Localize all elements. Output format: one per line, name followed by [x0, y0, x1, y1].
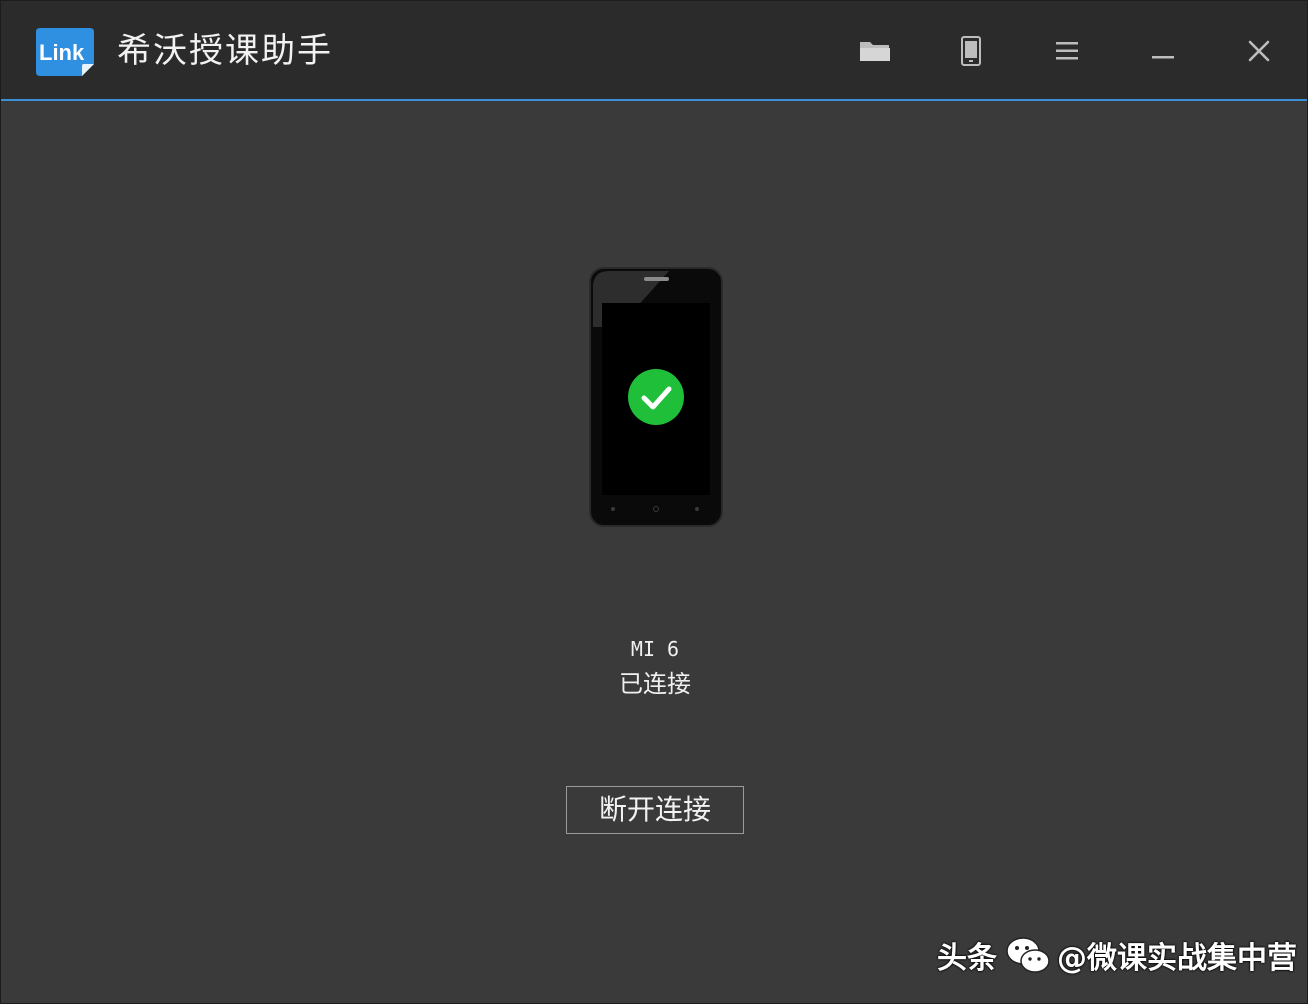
- app-title: 希沃授课助手: [117, 31, 333, 71]
- minimize-icon: [1152, 56, 1174, 59]
- watermark: 头条 @微课实战集中营: [937, 925, 1297, 985]
- device-button[interactable]: [949, 29, 993, 73]
- phone-icon: [961, 36, 981, 66]
- watermark-handle: @微课实战集中营: [1057, 941, 1297, 976]
- open-folder-button[interactable]: [853, 29, 897, 73]
- check-icon: [628, 369, 684, 425]
- close-button[interactable]: [1237, 29, 1281, 73]
- minimize-button[interactable]: [1141, 29, 1185, 73]
- folder-icon: [860, 42, 890, 61]
- device-phone-image: [589, 267, 723, 527]
- connection-status: 已连接: [619, 670, 691, 698]
- app-logo: Link: [36, 28, 94, 76]
- wechat-icon: [1006, 937, 1050, 973]
- close-icon: [1248, 40, 1270, 62]
- menu-button[interactable]: [1045, 29, 1089, 73]
- app-logo-text: Link: [39, 40, 85, 65]
- device-name: MI 6: [630, 637, 680, 661]
- watermark-prefix: 头条: [937, 941, 997, 976]
- menu-icon: [1056, 42, 1078, 60]
- title-bar: Link 希沃授课助手: [1, 1, 1307, 101]
- disconnect-button[interactable]: 断开连接: [566, 786, 744, 834]
- app-window: Link 希沃授课助手 MI 6 已连接 断开连接 头条 @微课实战集中营: [0, 0, 1308, 1004]
